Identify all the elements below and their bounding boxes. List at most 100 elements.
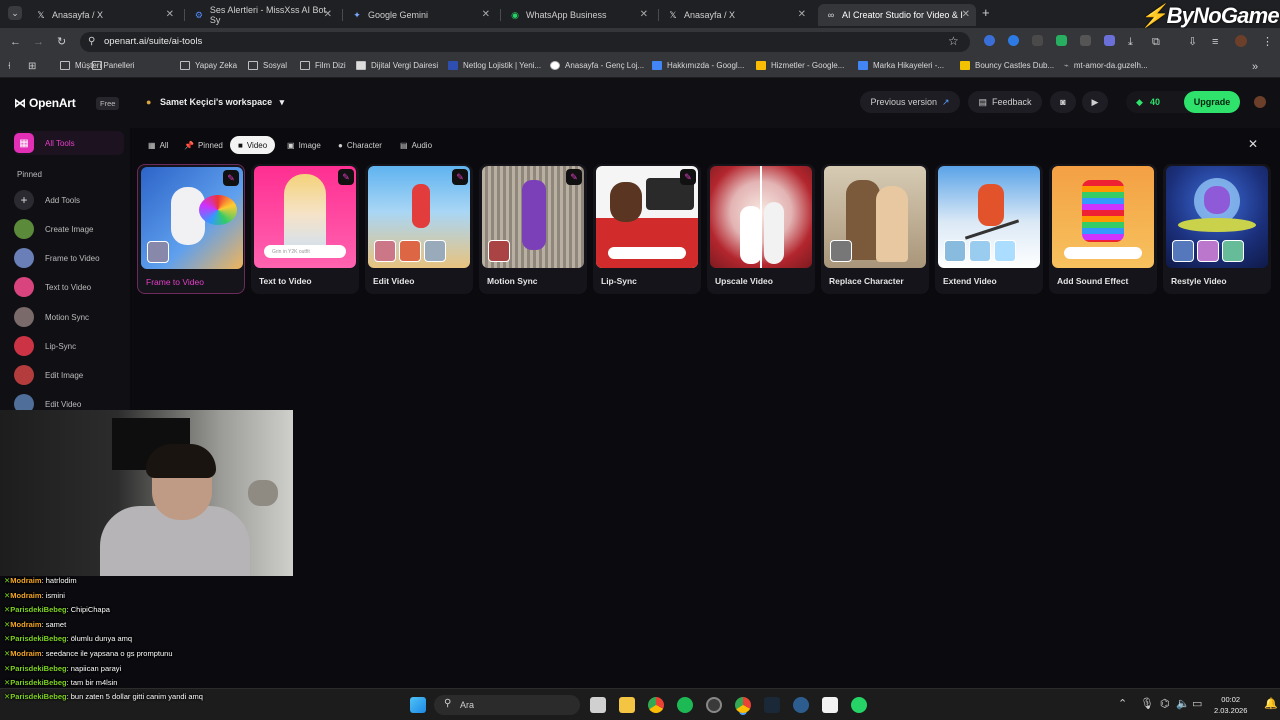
tab-search-icon[interactable]: ⌄: [8, 6, 22, 20]
sidebar-item-text-to-video[interactable]: Text to Video: [14, 275, 124, 299]
bookmark-link[interactable]: Marka Hikayeleri -...: [858, 61, 944, 70]
bookmark-link[interactable]: Netlog Lojistik | Yeni...: [448, 61, 541, 70]
bookmark-folder[interactable]: Sosyal: [248, 61, 287, 70]
menu-dots-icon[interactable]: ⋮: [1262, 35, 1273, 49]
tool-card-text-to-video[interactable]: Grin in Y2K outfit ✎ Text to Video: [251, 164, 359, 294]
notepad-icon[interactable]: [822, 697, 838, 713]
tool-card-edit-video[interactable]: ✎ Edit Video: [365, 164, 473, 294]
obs-icon[interactable]: [706, 697, 722, 713]
pin-icon[interactable]: ✎: [223, 170, 239, 186]
close-icon[interactable]: ✕: [482, 9, 490, 20]
tool-card-restyle-video[interactable]: Restyle Video: [1163, 164, 1271, 294]
bookmark-link[interactable]: Hakkımızda - Googl...: [652, 61, 744, 70]
app-icon[interactable]: [793, 697, 809, 713]
system-clock[interactable]: 00:02 2.03.2026: [1214, 694, 1247, 716]
bookmark-folder[interactable]: Müşteri Panelleri: [92, 61, 107, 70]
reload-icon[interactable]: ↻: [57, 35, 66, 49]
user-avatar[interactable]: [1254, 96, 1266, 108]
close-icon[interactable]: ✕: [324, 9, 332, 20]
workspace-switcher[interactable]: ● Samet Keçici's workspace ▾: [146, 97, 284, 108]
battery-icon[interactable]: ▭: [1192, 697, 1202, 711]
filter-all[interactable]: ▦ All: [140, 136, 176, 154]
shield-icon[interactable]: [1056, 35, 1067, 46]
sidebar-item-create-image[interactable]: Create Image: [14, 217, 124, 241]
feedback-button[interactable]: ▤ Feedback: [968, 91, 1042, 113]
bookmark-link[interactable]: Anasayfa - Genç Loj...: [550, 61, 644, 70]
whatsapp-icon[interactable]: [851, 697, 867, 713]
sidebar-item-edit-image[interactable]: Edit Image: [14, 363, 124, 387]
task-view-icon[interactable]: [590, 697, 606, 713]
profile-avatar[interactable]: [1235, 35, 1247, 47]
apps-grid-icon[interactable]: ⊞: [28, 60, 36, 74]
tool-card-frame-to-video[interactable]: ✎ Frame to Video: [137, 164, 245, 294]
tool-card-replace-character[interactable]: Replace Character: [821, 164, 929, 294]
sidebar-item-add-tools[interactable]: + Add Tools: [14, 188, 124, 212]
previous-version-button[interactable]: Previous version ↗: [860, 91, 960, 113]
close-icon[interactable]: ✕: [798, 9, 806, 20]
sidebar-item-all-tools[interactable]: ▦ All Tools: [14, 131, 124, 155]
tool-card-upscale-video[interactable]: Upscale Video: [707, 164, 815, 294]
spotify-icon[interactable]: [677, 697, 693, 713]
notification-bell-icon[interactable]: 🔔: [1264, 697, 1278, 711]
steam-icon[interactable]: [764, 697, 780, 713]
bookmark-star-icon[interactable]: ☆: [948, 34, 959, 48]
pin-icon[interactable]: ✎: [566, 169, 582, 185]
extensions-puzzle-icon[interactable]: ⧉: [1152, 35, 1160, 49]
bookmark-link[interactable]: ⌁ mt-amor-da.guzelh...: [1064, 61, 1148, 70]
address-bar[interactable]: ⚲ openart.ai/suite/ai-tools ☆: [80, 32, 970, 52]
volume-icon[interactable]: 🔈: [1176, 697, 1190, 711]
bookmark-link[interactable]: Bouncy Castles Dub...: [960, 61, 1054, 70]
back-icon[interactable]: ←: [10, 35, 21, 49]
network-icon[interactable]: ⌬: [1160, 697, 1170, 711]
extension-icon[interactable]: [984, 35, 995, 46]
chrome-active-icon[interactable]: [735, 697, 751, 713]
sidebar-item-motion-sync[interactable]: Motion Sync: [14, 305, 124, 329]
discord-button[interactable]: ◙: [1050, 91, 1076, 113]
browser-tab[interactable]: 𝕏 Anasayfa / X ✕: [28, 4, 180, 26]
sidebar-item-lip-sync[interactable]: Lip-Sync: [14, 334, 124, 358]
microphone-icon[interactable]: 🎙: [1140, 697, 1154, 711]
bookmark-folder[interactable]: Film Dizi: [300, 61, 346, 70]
browser-tab[interactable]: ✦ Google Gemini ✕: [344, 4, 496, 26]
tool-card-add-sound-effect[interactable]: Add Sound Effect: [1049, 164, 1157, 294]
media-control-icon[interactable]: ≡: [1212, 35, 1218, 49]
browser-tab[interactable]: ⚙ Ses Alertleri - MissXss AI Bot Sy ✕: [186, 4, 338, 26]
close-icon[interactable]: ✕: [962, 9, 970, 20]
side-panel-icon[interactable]: ⍿: [8, 60, 11, 74]
taskbar-search[interactable]: ⚲ Ara: [434, 695, 580, 715]
extension-icon[interactable]: [1008, 35, 1019, 46]
close-icon[interactable]: ✕: [1248, 137, 1258, 151]
bookmark-link[interactable]: Hizmetler - Google...: [756, 61, 844, 70]
pin-icon[interactable]: ✎: [338, 169, 354, 185]
filter-audio[interactable]: ▤ Audio: [392, 136, 440, 154]
tool-card-extend-video[interactable]: Extend Video: [935, 164, 1043, 294]
extension-icon[interactable]: [1104, 35, 1115, 46]
filter-pinned[interactable]: 📌 Pinned: [176, 136, 231, 154]
bookmark-link[interactable]: Dijital Vergi Dairesi: [356, 61, 438, 70]
pin-icon[interactable]: ✎: [680, 169, 696, 185]
upgrade-button[interactable]: Upgrade: [1184, 91, 1240, 113]
tool-card-motion-sync[interactable]: ✎ Motion Sync: [479, 164, 587, 294]
filter-character[interactable]: ● Character: [330, 136, 390, 154]
sidebar-item-frame-to-video[interactable]: Frame to Video: [14, 246, 124, 270]
downloads-icon[interactable]: ⇩: [1188, 35, 1197, 49]
youtube-button[interactable]: ▶: [1082, 91, 1108, 113]
filter-video[interactable]: ■ Video: [230, 136, 276, 154]
browser-tab-active[interactable]: ∞ AI Creator Studio for Video & I ✕: [818, 4, 976, 26]
chevron-up-icon[interactable]: ⌃: [1118, 697, 1127, 711]
close-icon[interactable]: ✕: [640, 9, 648, 20]
more-bookmarks-icon[interactable]: »: [1252, 60, 1258, 74]
tool-card-lip-sync[interactable]: ✎ Lip-Sync: [593, 164, 701, 294]
windows-start-icon[interactable]: [410, 697, 426, 713]
browser-tab[interactable]: 𝕏 Anasayfa / X ✕: [660, 4, 812, 26]
forward-icon[interactable]: →: [33, 35, 44, 49]
browser-tab[interactable]: ◉ WhatsApp Business ✕: [502, 4, 654, 26]
file-explorer-icon[interactable]: [619, 697, 635, 713]
close-icon[interactable]: ✕: [166, 9, 174, 20]
site-info-icon[interactable]: ⚲: [88, 35, 95, 49]
openart-logo[interactable]: ⋈ OpenArt: [14, 96, 76, 110]
download-arrow-icon[interactable]: ⤓: [1128, 35, 1133, 49]
bookmark-folder[interactable]: Yapay Zeka: [180, 61, 237, 70]
new-tab-icon[interactable]: +: [982, 6, 990, 20]
chrome-icon[interactable]: [648, 697, 664, 713]
